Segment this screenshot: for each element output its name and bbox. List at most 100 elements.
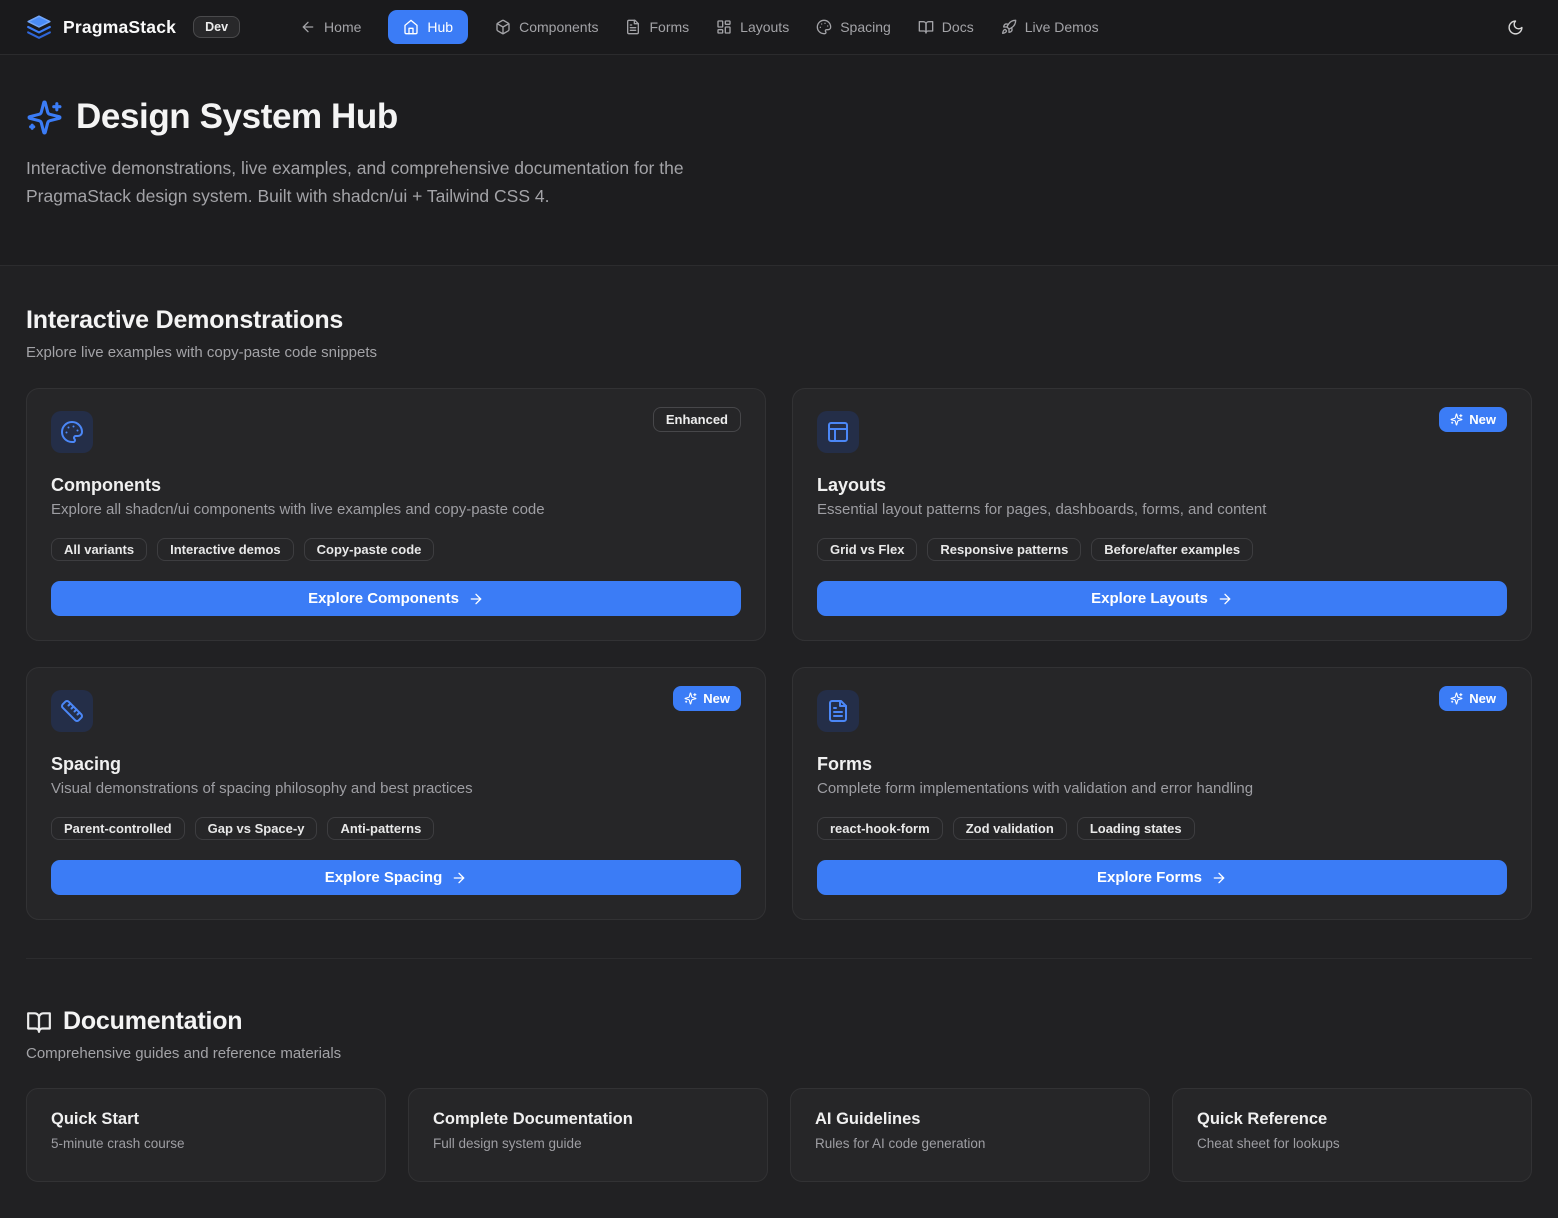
button-label: Explore Forms [1097, 869, 1202, 886]
tag-row: Parent-controlled Gap vs Space-y Anti-pa… [51, 817, 741, 840]
page-title: Design System Hub [76, 97, 398, 137]
demo-card-forms: New Forms Complete form implementations … [792, 667, 1532, 920]
book-open-icon [26, 1009, 52, 1035]
card-description: Complete form implementations with valid… [817, 780, 1507, 797]
nav-item-layouts-label: Layouts [740, 19, 789, 35]
tag-row: All variants Interactive demos Copy-past… [51, 538, 741, 561]
docs-section-subtitle: Comprehensive guides and reference mater… [26, 1045, 1532, 1062]
explore-components-button[interactable]: Explore Components [51, 581, 741, 616]
nav-item-spacing-label: Spacing [840, 19, 891, 35]
tag: All variants [51, 538, 147, 561]
card-title: Forms [817, 754, 1507, 775]
demo-card-grid: Enhanced Components Explore all shadcn/u… [26, 388, 1532, 920]
badge-label: New [1469, 691, 1496, 706]
doc-card-quick-start[interactable]: Quick Start 5-minute crash course [26, 1088, 386, 1182]
arrow-right-icon [451, 870, 467, 886]
spacing-card-tile [51, 690, 93, 732]
nav-item-live-demos-label: Live Demos [1025, 19, 1099, 35]
forms-card-tile [817, 690, 859, 732]
nav-item-spacing[interactable]: Spacing [816, 19, 891, 35]
button-label: Explore Spacing [325, 869, 443, 886]
components-card-tile [51, 411, 93, 453]
nav-back-home-label: Home [324, 19, 361, 35]
doc-card-ai-guidelines[interactable]: AI Guidelines Rules for AI code generati… [790, 1088, 1150, 1182]
arrow-right-icon [1211, 870, 1227, 886]
nav-item-hub[interactable]: Hub [388, 10, 468, 44]
palette-icon [816, 19, 832, 35]
doc-card-title: AI Guidelines [815, 1110, 1125, 1129]
nav-item-hub-label: Hub [427, 19, 453, 35]
sparkles-icon [1450, 413, 1463, 426]
nav-item-forms[interactable]: Forms [625, 19, 689, 35]
docs-section-title: Documentation [63, 1007, 242, 1036]
env-badge: Dev [193, 16, 240, 38]
book-open-icon [918, 19, 934, 35]
tag-row: react-hook-form Zod validation Loading s… [817, 817, 1507, 840]
nav-item-forms-label: Forms [649, 19, 689, 35]
tag: Responsive patterns [927, 538, 1081, 561]
demos-section-subtitle: Explore live examples with copy-paste co… [26, 344, 1532, 361]
tag: Grid vs Flex [817, 538, 917, 561]
tag: react-hook-form [817, 817, 943, 840]
doc-card-title: Complete Documentation [433, 1110, 743, 1129]
arrow-right-icon [468, 591, 484, 607]
doc-card-complete-documentation[interactable]: Complete Documentation Full design syste… [408, 1088, 768, 1182]
doc-card-description: 5-minute crash course [51, 1136, 361, 1151]
sparkles-icon [1450, 692, 1463, 705]
explore-forms-button[interactable]: Explore Forms [817, 860, 1507, 895]
file-text-icon [625, 19, 641, 35]
new-badge: New [1439, 686, 1507, 711]
new-badge: New [673, 686, 741, 711]
brand-name: PragmaStack [63, 17, 176, 38]
panels-top-left-icon [826, 420, 850, 444]
layout-dashboard-icon [716, 19, 732, 35]
doc-card-description: Rules for AI code generation [815, 1136, 1125, 1151]
tag: Copy-paste code [304, 538, 435, 561]
nav-item-docs[interactable]: Docs [918, 19, 974, 35]
layouts-card-tile [817, 411, 859, 453]
layers-logo-icon [26, 14, 52, 40]
demos-section-title: Interactive Demonstrations [26, 306, 1532, 335]
nav-item-components[interactable]: Components [495, 19, 598, 35]
nav-item-layouts[interactable]: Layouts [716, 19, 789, 35]
top-navbar: PragmaStack Dev Home Hub Components Form… [0, 0, 1558, 55]
sparkles-icon [684, 692, 697, 705]
nav-back-home[interactable]: Home [300, 19, 361, 35]
main-content: Interactive Demonstrations Explore live … [0, 266, 1558, 1182]
rocket-icon [1001, 19, 1017, 35]
moon-icon [1507, 19, 1524, 36]
ruler-icon [60, 699, 84, 723]
package-icon [495, 19, 511, 35]
demo-card-layouts: New Layouts Essential layout patterns fo… [792, 388, 1532, 641]
tag: Zod validation [953, 817, 1067, 840]
card-title: Spacing [51, 754, 741, 775]
nav-item-components-label: Components [519, 19, 598, 35]
house-icon [403, 19, 419, 35]
tag: Gap vs Space-y [195, 817, 318, 840]
theme-toggle-button[interactable] [1498, 10, 1532, 44]
enhanced-badge: Enhanced [653, 407, 741, 432]
nav-item-live-demos[interactable]: Live Demos [1001, 19, 1099, 35]
primary-nav: Home Hub Components Forms Layouts Spacin… [300, 10, 1099, 44]
badge-label: Enhanced [666, 412, 728, 427]
tag: Anti-patterns [327, 817, 434, 840]
badge-label: New [703, 691, 730, 706]
brand[interactable]: PragmaStack Dev [26, 14, 240, 40]
card-description: Explore all shadcn/ui components with li… [51, 501, 741, 518]
demo-card-spacing: New Spacing Visual demonstrations of spa… [26, 667, 766, 920]
button-label: Explore Components [308, 590, 459, 607]
explore-spacing-button[interactable]: Explore Spacing [51, 860, 741, 895]
explore-layouts-button[interactable]: Explore Layouts [817, 581, 1507, 616]
palette-icon [60, 420, 84, 444]
doc-card-title: Quick Reference [1197, 1110, 1507, 1129]
docs-card-grid: Quick Start 5-minute crash course Comple… [26, 1088, 1532, 1182]
doc-card-description: Full design system guide [433, 1136, 743, 1151]
page-description: Interactive demonstrations, live example… [26, 154, 774, 211]
doc-card-description: Cheat sheet for lookups [1197, 1136, 1507, 1151]
doc-card-title: Quick Start [51, 1110, 361, 1129]
nav-item-docs-label: Docs [942, 19, 974, 35]
badge-label: New [1469, 412, 1496, 427]
tag: Parent-controlled [51, 817, 185, 840]
tag-row: Grid vs Flex Responsive patterns Before/… [817, 538, 1507, 561]
doc-card-quick-reference[interactable]: Quick Reference Cheat sheet for lookups [1172, 1088, 1532, 1182]
